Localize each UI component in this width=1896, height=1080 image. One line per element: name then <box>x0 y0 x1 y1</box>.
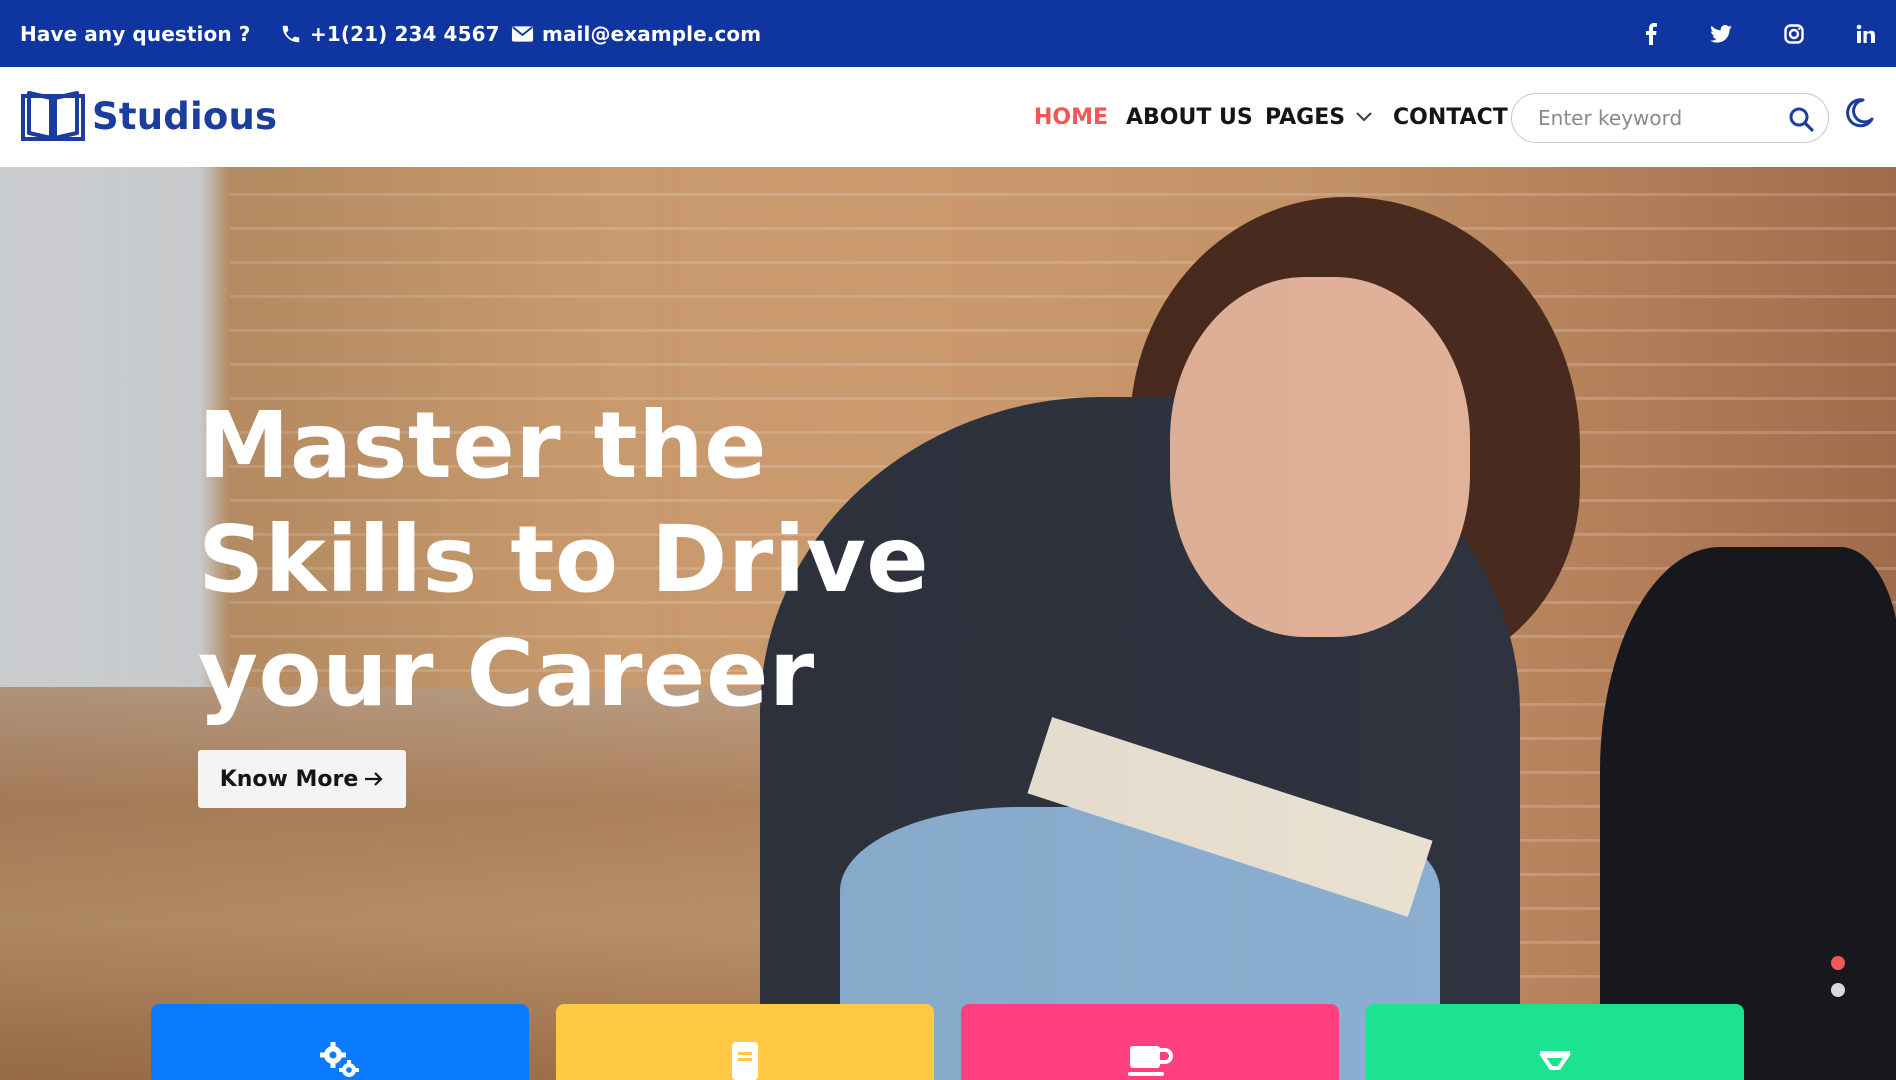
site-header: Studious HOME ABOUT US PAGES CONTACT <box>0 67 1896 167</box>
phone-icon <box>282 25 300 42</box>
twitter-icon <box>1710 24 1732 43</box>
nav-contact[interactable]: CONTACT <box>1393 67 1508 167</box>
nav-home[interactable]: HOME <box>1034 67 1108 167</box>
chevron-down-icon <box>1356 112 1372 122</box>
feature-card-4[interactable] <box>1366 1004 1744 1080</box>
linkedin-icon <box>1856 24 1875 43</box>
email-link[interactable]: mail@example.com <box>511 0 761 67</box>
feature-card-1[interactable] <box>151 1004 529 1080</box>
know-more-label: Know More <box>219 766 359 792</box>
contact-question: Have any question ? <box>20 0 250 67</box>
linkedin-link[interactable] <box>1849 0 1883 67</box>
email-address: mail@example.com <box>542 21 762 46</box>
slider-dot-2[interactable] <box>1831 983 1845 997</box>
coffee-cup-icon <box>1128 1046 1173 1076</box>
gears-icon <box>320 1042 359 1077</box>
hero-title-line-3: your Career <box>198 620 815 727</box>
feature-card-2[interactable] <box>556 1004 934 1080</box>
hero-title-line-1: Master the <box>198 392 768 499</box>
facebook-icon <box>1646 22 1657 45</box>
logo[interactable]: Studious <box>20 90 277 142</box>
logo-text: Studious <box>92 94 278 138</box>
dark-mode-toggle-icon[interactable] <box>1843 97 1875 129</box>
slider-dot-1[interactable] <box>1831 956 1845 970</box>
phone-link[interactable]: +1(21) 234 4567 <box>280 0 500 67</box>
envelope-icon <box>511 25 534 42</box>
hero-title-line-2: Skills to Drive <box>198 506 930 613</box>
nav-about-us[interactable]: ABOUT US <box>1126 67 1253 167</box>
nav-pages[interactable]: PAGES <box>1265 67 1373 167</box>
arrow-right-icon <box>365 772 383 786</box>
open-book-logo-icon <box>21 91 85 141</box>
facebook-link[interactable] <box>1634 0 1668 67</box>
nav-pages-label: PAGES <box>1265 104 1346 130</box>
search-icon[interactable] <box>1788 106 1814 132</box>
hero-slider: Master the Skills to Drive your Career K… <box>0 167 1896 1080</box>
hourglass-icon <box>1539 1051 1571 1070</box>
phone-number: +1(21) 234 4567 <box>310 21 500 46</box>
search-box <box>1511 93 1829 143</box>
question-text: Have any question ? <box>20 21 251 46</box>
feature-card-3[interactable] <box>961 1004 1339 1080</box>
top-bar: Have any question ? +1(21) 234 4567 mail… <box>0 0 1896 67</box>
book-icon <box>732 1042 758 1080</box>
hero-title: Master the Skills to Drive your Career <box>198 389 958 731</box>
search-input[interactable] <box>1538 106 1768 130</box>
twitter-link[interactable] <box>1704 0 1738 67</box>
instagram-link[interactable] <box>1777 0 1811 67</box>
instagram-icon <box>1784 23 1804 44</box>
know-more-button[interactable]: Know More <box>198 750 406 808</box>
